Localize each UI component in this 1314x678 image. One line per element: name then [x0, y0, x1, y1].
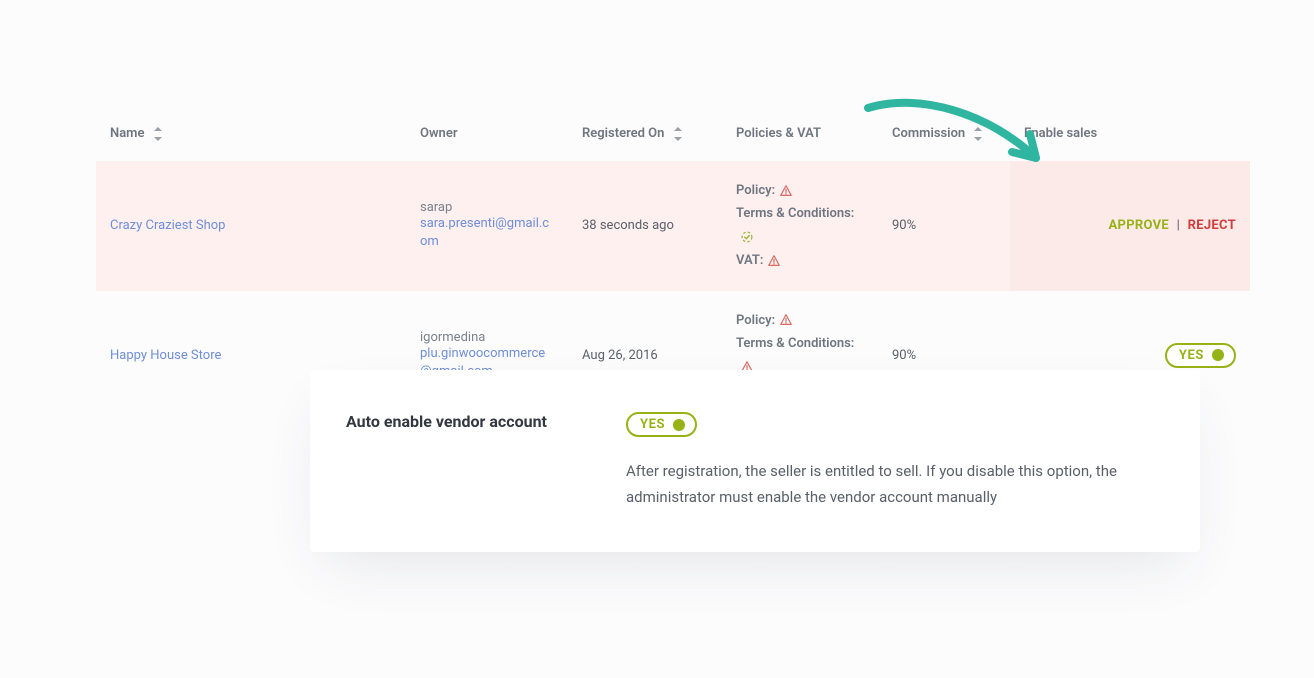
card-title: Auto enable vendor account: [346, 412, 626, 431]
sort-icon[interactable]: [154, 128, 162, 140]
sort-icon[interactable]: [674, 128, 682, 140]
owner-username: sarap: [420, 200, 554, 215]
ok-icon: [740, 230, 754, 244]
enable-sales-cell: APPROVE | REJECT: [1010, 161, 1250, 291]
approve-button[interactable]: APPROVE: [1108, 218, 1169, 233]
col-commission[interactable]: Commission: [878, 114, 1010, 161]
separator: |: [1177, 218, 1180, 233]
policies-cell: Policy: Terms & Conditions: VAT:: [722, 161, 878, 291]
auto-enable-toggle[interactable]: YES: [626, 412, 697, 437]
enable-sales-toggle[interactable]: YES: [1165, 343, 1236, 368]
col-registered[interactable]: Registered On: [568, 114, 722, 161]
vendor-name-link[interactable]: Crazy Craziest Shop: [110, 218, 225, 233]
col-commission-label: Commission: [892, 126, 965, 141]
warning-icon: [779, 184, 793, 198]
toggle-dot-icon: [1212, 349, 1224, 361]
warning-icon: [779, 313, 793, 327]
sort-icon[interactable]: [974, 128, 982, 140]
owner-email-link[interactable]: sara.presenti@gmail.com: [420, 215, 554, 251]
col-policies: Policies & VAT: [722, 114, 878, 161]
table-row: Crazy Craziest Shop sarap sara.presenti@…: [96, 161, 1250, 291]
toggle-label: YES: [640, 417, 665, 432]
col-name[interactable]: Name: [96, 114, 406, 161]
reject-button[interactable]: REJECT: [1188, 218, 1236, 233]
col-name-label: Name: [110, 126, 144, 141]
auto-enable-card: Auto enable vendor account YES After reg…: [310, 370, 1200, 552]
vendor-name-link[interactable]: Happy House Store: [110, 348, 221, 363]
commission-value: 90%: [878, 161, 1010, 291]
col-owner: Owner: [406, 114, 568, 161]
table-header-row: Name Owner Registered On Policies & VAT …: [96, 114, 1250, 161]
owner-username: igormedina: [420, 330, 554, 345]
col-enable-sales: Enable sales: [1010, 114, 1250, 161]
toggle-label: YES: [1179, 348, 1204, 363]
card-description: After registration, the seller is entitl…: [626, 459, 1152, 510]
warning-icon: [767, 254, 781, 268]
toggle-dot-icon: [673, 419, 685, 431]
registered-on: 38 seconds ago: [568, 161, 722, 291]
col-registered-label: Registered On: [582, 126, 664, 141]
